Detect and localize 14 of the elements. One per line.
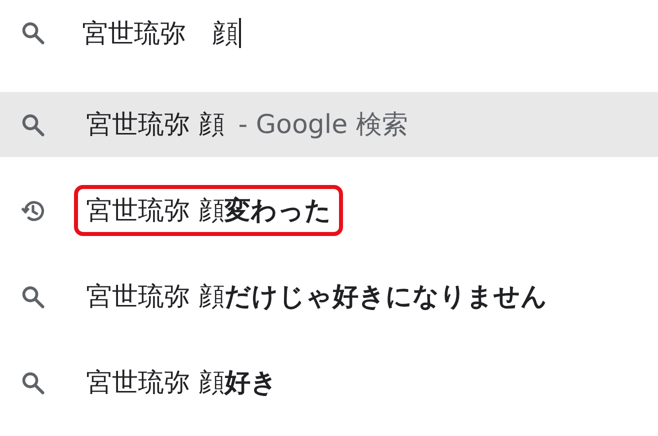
suggestion-text: 宮世琉弥 顔	[85, 109, 226, 142]
search-field[interactable]: 宮世琉弥 顔	[82, 16, 241, 50]
suggestion-item[interactable]: 宮世琉弥 顔好き	[0, 350, 658, 415]
suggestion-text: 宮世琉弥 顔変わった	[74, 185, 344, 236]
search-icon	[20, 112, 46, 138]
search-icon	[20, 20, 46, 46]
suggestion-text: 宮世琉弥 顔だけじゃ好きになりません	[85, 281, 548, 314]
suggestion-item[interactable]: 宮世琉弥 顔変わった	[0, 178, 658, 243]
suggestion-item[interactable]: 宮世琉弥 顔だけじゃ好きになりません	[0, 264, 658, 329]
search-icon	[20, 284, 46, 310]
search-icon	[20, 370, 46, 396]
suggestion-text: 宮世琉弥 顔好き	[85, 367, 278, 400]
search-engine-label: - Google 検索	[238, 109, 408, 142]
suggestion-item[interactable]: 宮世琉弥 顔 - Google 検索	[0, 92, 658, 157]
